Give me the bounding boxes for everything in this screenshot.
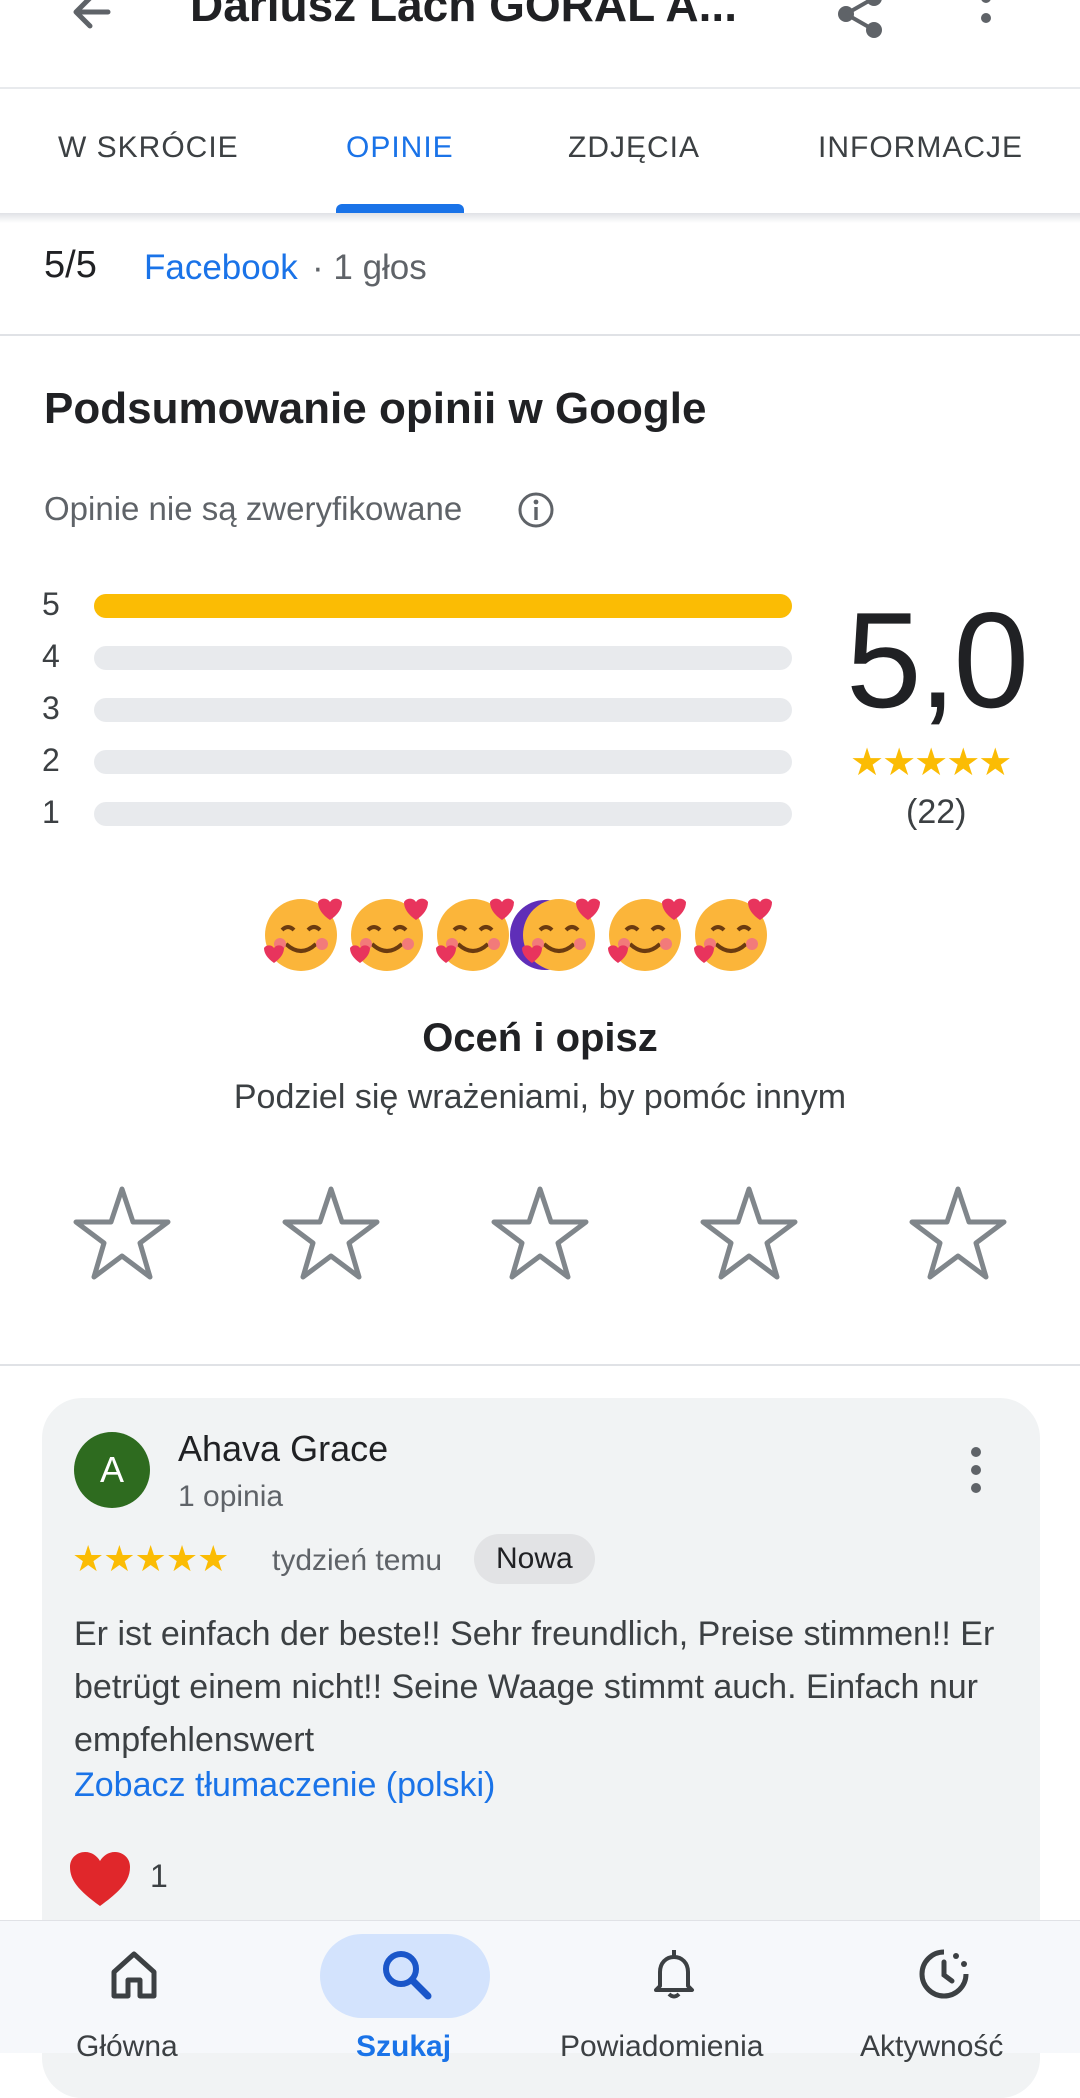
rate-star-2-icon[interactable] bbox=[281, 1184, 381, 1284]
tab-info[interactable]: INFORMACJE bbox=[818, 131, 1023, 165]
review-count: (22) bbox=[906, 793, 967, 831]
like-count: 1 bbox=[150, 1858, 168, 1894]
rating-bar-5 bbox=[94, 594, 792, 618]
tab-bar: W SKRÓCIE OPINIE ZDJĘCIA INFORMACJE bbox=[0, 89, 1080, 213]
bell-icon[interactable] bbox=[646, 1946, 702, 2002]
review-more-icon[interactable] bbox=[968, 1446, 984, 1496]
smiling-face-hearts-icon bbox=[522, 898, 600, 971]
smiling-face-hearts-icon bbox=[694, 898, 772, 971]
rate-title: Oceń i opisz bbox=[422, 1016, 658, 1060]
rate-subtitle: Podziel się wrażeniami, by pomóc innym bbox=[233, 1078, 847, 1116]
nav-home-label[interactable]: Główna bbox=[76, 2030, 178, 2064]
nav-search-label[interactable]: Szukaj bbox=[356, 2030, 451, 2064]
rate-star-3-icon[interactable] bbox=[490, 1184, 590, 1284]
home-icon[interactable] bbox=[106, 1946, 162, 2002]
back-arrow-icon[interactable] bbox=[64, 0, 124, 42]
rating-bar-1 bbox=[94, 802, 792, 826]
facebook-link[interactable]: Facebook bbox=[144, 248, 298, 288]
divider bbox=[0, 1364, 1080, 1366]
bar-label-3: 3 bbox=[42, 690, 60, 726]
nav-activity-label[interactable]: Aktywność bbox=[860, 2030, 1003, 2064]
tab-overview[interactable]: W SKRÓCIE bbox=[58, 131, 239, 165]
rate-star-5-icon[interactable] bbox=[908, 1184, 1008, 1284]
average-rating: 5,0 bbox=[846, 584, 1029, 736]
rate-star-1-icon[interactable] bbox=[72, 1184, 172, 1284]
review-author-count: 1 opinia bbox=[178, 1480, 284, 1513]
smiling-face-hearts-icon bbox=[608, 898, 686, 971]
tab-photos[interactable]: ZDJĘCIA bbox=[568, 131, 700, 165]
rating-bar-2 bbox=[94, 750, 792, 774]
bar-label-4: 4 bbox=[42, 638, 60, 674]
search-icon[interactable] bbox=[378, 1946, 434, 2002]
verified-note: Opinie nie są zweryfikowane bbox=[44, 490, 463, 527]
smiling-face-hearts-icon bbox=[350, 898, 428, 971]
review-stars: ★★★★★ bbox=[72, 1538, 229, 1579]
new-badge: Nowa bbox=[474, 1534, 595, 1584]
facebook-score: 5/5 bbox=[44, 244, 97, 286]
info-icon[interactable] bbox=[516, 490, 556, 530]
facebook-votes: · 1 głos bbox=[312, 248, 427, 287]
review-author[interactable]: Ahava Grace bbox=[178, 1428, 388, 1470]
smiling-face-hearts-icon bbox=[436, 898, 514, 971]
bar-label-5: 5 bbox=[42, 586, 60, 622]
bar-label-2: 2 bbox=[42, 742, 60, 778]
rating-bar-3 bbox=[94, 698, 792, 722]
translate-link[interactable]: Zobacz tłumaczenie (polski) bbox=[74, 1766, 495, 1805]
app-bar: Dariusz Lach GÓRAL A... bbox=[0, 0, 1080, 88]
review-time: tydzień temu bbox=[272, 1544, 443, 1577]
activity-icon[interactable] bbox=[916, 1946, 972, 2002]
bar-label-1: 1 bbox=[42, 794, 60, 830]
share-icon[interactable] bbox=[832, 0, 888, 44]
smiling-face-hearts-icon bbox=[264, 898, 342, 971]
rate-star-4-icon[interactable] bbox=[699, 1184, 799, 1284]
tabs-shadow bbox=[0, 213, 1080, 223]
heart-icon[interactable] bbox=[68, 1850, 132, 1908]
more-options-icon[interactable] bbox=[966, 0, 1006, 48]
rating-bar-4 bbox=[94, 646, 792, 670]
average-stars: ★★★★★ bbox=[850, 742, 1012, 784]
tab-reviews[interactable]: OPINIE bbox=[346, 131, 454, 165]
summary-title: Podsumowanie opinii w Google bbox=[44, 384, 707, 433]
page-title: Dariusz Lach GÓRAL A... bbox=[190, 0, 737, 31]
divider bbox=[0, 334, 1080, 336]
review-text: Er ist einfach der beste!! Sehr freundli… bbox=[74, 1615, 995, 1759]
smiling-face-hearts-emoji-row bbox=[258, 890, 778, 976]
avatar[interactable]: A bbox=[74, 1432, 150, 1508]
rating-bar-fill-5 bbox=[94, 594, 792, 618]
nav-notifications-label[interactable]: Powiadomienia bbox=[560, 2030, 763, 2064]
